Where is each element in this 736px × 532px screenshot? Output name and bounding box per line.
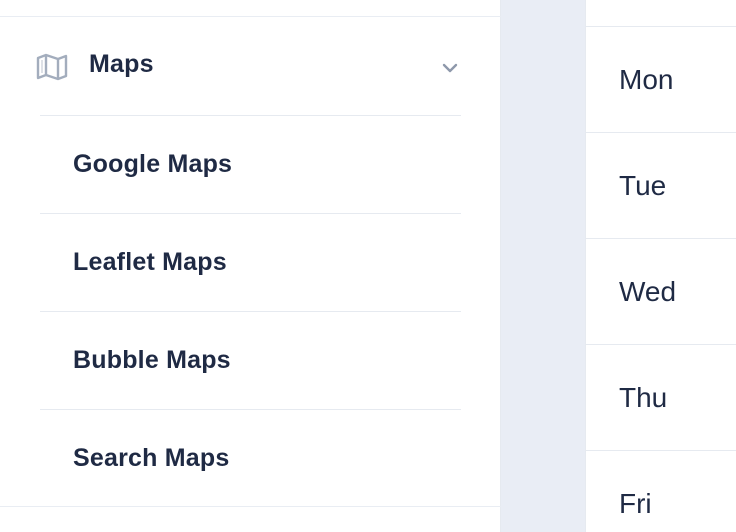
sidebar-item-label: Maps	[89, 50, 154, 78]
day-row-mon[interactable]: Mon	[586, 26, 736, 132]
submenu-item-label: Search Maps	[73, 444, 230, 472]
day-row-wed[interactable]: Wed	[586, 238, 736, 344]
sidebar: Maps Google Maps Leaflet Maps Bubble Map…	[0, 0, 501, 532]
day-row-thu[interactable]: Thu	[586, 344, 736, 450]
day-label: Wed	[619, 276, 677, 307]
submenu-item-label: Leaflet Maps	[73, 248, 227, 276]
day-label: Fri	[619, 488, 652, 519]
chevron-down-icon[interactable]	[440, 58, 460, 78]
day-row-tue[interactable]: Tue	[586, 132, 736, 238]
day-row-fri[interactable]: Fri	[586, 450, 736, 532]
submenu-item-google-maps[interactable]: Google Maps	[40, 115, 461, 213]
sidebar-divider-bottom	[0, 506, 501, 507]
day-label: Thu	[619, 382, 668, 413]
sidebar-item-maps[interactable]: Maps	[0, 17, 500, 115]
calendar-day-column: Mon Tue Wed Thu Fri	[585, 0, 736, 532]
submenu-item-bubble-maps[interactable]: Bubble Maps	[40, 311, 461, 409]
submenu-item-label: Bubble Maps	[73, 346, 231, 374]
map-icon	[36, 53, 68, 81]
day-label: Tue	[619, 170, 667, 201]
submenu-item-leaflet-maps[interactable]: Leaflet Maps	[40, 213, 461, 311]
submenu-item-search-maps[interactable]: Search Maps	[40, 409, 461, 507]
maps-submenu: Google Maps Leaflet Maps Bubble Maps Sea…	[40, 115, 461, 507]
day-label: Mon	[619, 64, 674, 95]
submenu-item-label: Google Maps	[73, 150, 233, 178]
